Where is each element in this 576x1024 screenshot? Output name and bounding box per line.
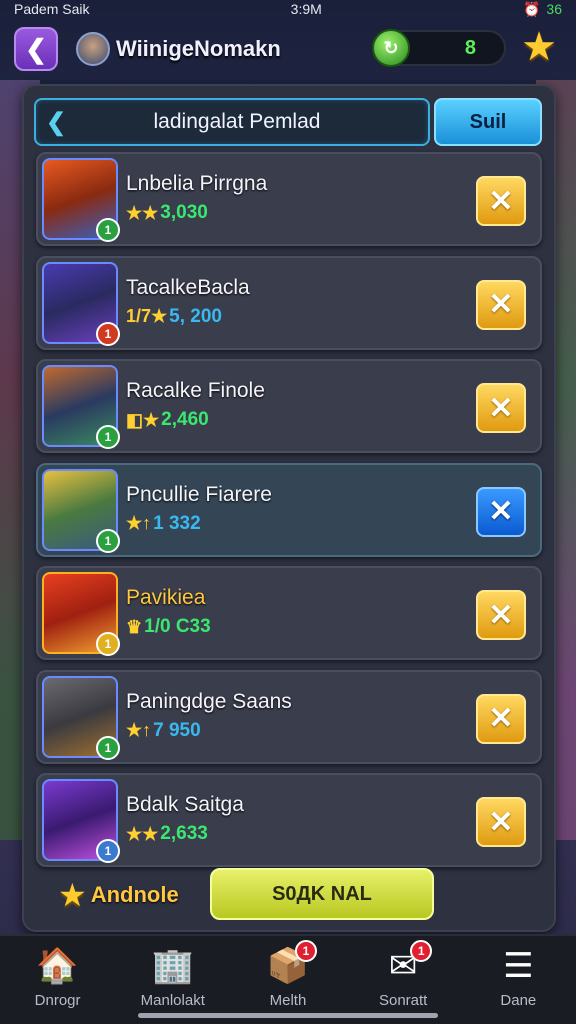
tools-button[interactable]: ✕ [476,797,526,847]
tools-button[interactable]: ✕ [476,383,526,433]
list-item[interactable]: 1 Pavikiea ♛ 1/0 C33 ✕ [36,566,542,660]
item-stat: ♛ 1/0 C33 [126,616,211,638]
item-name: Pavikiea [126,586,206,609]
item-stat: ★↑ 7 950 [126,720,201,742]
character-portrait: 1 [42,572,120,656]
top-header: ❮ WiinigeNomakn ↻ 8 ★ [0,22,576,76]
level-badge: 1 [96,218,120,242]
level-badge: 1 [96,839,120,863]
rating-icon: ★↑ [126,720,152,740]
stat-value: 1 332 [153,512,201,534]
coin-counter[interactable]: ↻ 8 [372,29,506,67]
search-input[interactable]: ❮ ladingalat Pemlad [34,98,430,146]
item-stat: ★★ 2,633 [126,823,208,845]
tools-button[interactable]: ✕ [476,176,526,226]
nav-label: Melth [269,992,307,1009]
rating-icon: ★★ [126,823,159,844]
nav-icon: 🏠 [36,947,79,985]
avatar[interactable] [76,32,110,66]
tools-button[interactable]: ✕ [476,590,526,640]
stat-value: 3,030 [160,202,208,223]
character-portrait: 1 [42,365,120,449]
nav-item[interactable]: ✉ 1 Sonratt [348,940,458,1009]
nav-label: Manlolakt [140,992,205,1009]
list-item[interactable]: 1 Racalke Finole ◧★ 2,460 ✕ [36,359,542,453]
level-badge: 1 [96,632,120,656]
stat-value: 7 950 [153,719,201,741]
rating-icon: ♛ [126,616,143,637]
nav-icon: 🏢 [151,947,194,985]
nav-item[interactable]: 🏢 Manlolakt [118,944,228,1009]
clock: 3:9M [290,1,322,17]
stat-value: 1/0 C33 [144,616,211,637]
footer-action-button[interactable]: S0ДK NAL [210,868,434,920]
notification-badge: 1 [410,940,433,962]
coin-value: 8 [464,36,476,59]
nav-label: Dane [500,992,537,1009]
item-name: Paningdge Saans [126,689,292,713]
alarm-icon: ⏰ [522,0,541,17]
carrier-label: Padem Saik [14,1,90,17]
search-value: ladingalat Pemlad [153,110,321,133]
nav-label: Sonratt [378,992,428,1009]
rating-icon: ◧★ [126,409,160,430]
stat-value: 5, 200 [169,305,222,327]
tools-button[interactable]: ✕ [476,279,526,330]
notification-badge: 1 [294,940,317,962]
nav-item[interactable]: 🏠 Dnrogr [3,944,113,1009]
level-badge: 1 [96,528,120,553]
panel-footer: ★ Andnole S0ДK NAL [58,868,534,922]
star-icon[interactable]: ★ [516,24,562,70]
nav-icon: ☰ [503,947,534,985]
character-portrait: 1 [42,158,120,242]
item-stat: ◧★ 2,460 [126,409,209,431]
battery-level: 36 [546,1,562,17]
list-item[interactable]: 1 Bdalk Saitga ★★ 2,633 ✕ [36,773,542,867]
level-badge: 1 [96,321,120,346]
item-name: Bdalk Saitga [126,793,244,816]
home-indicator[interactable] [138,1013,438,1018]
chevron-left-icon: ❮ [25,33,47,64]
character-portrait: 1 [42,779,120,863]
coin-icon: ↻ [372,29,410,67]
rating-icon: ★↑ [126,513,152,533]
list-item[interactable]: 1 Paningdge Saans ★↑ 7 950 ✕ [36,669,542,764]
status-icons: ⏰ 36 [523,1,562,18]
item-name: Lnbelia Pirrgna [126,172,268,195]
level-badge: 1 [96,425,120,449]
item-name: TacalkeBacla [126,275,250,299]
item-list: 1 Lnbelia Pirrgna ★★ 3,030 ✕ 1 TacalkeBacla 1/7… [36,152,542,877]
rating-icon: ★★ [126,202,159,223]
level-badge: 1 [96,735,120,760]
search-row: ❮ ladingalat Pemlad Suil [34,98,542,146]
tools-button[interactable]: ✕ [476,693,526,744]
star-icon: ★ [58,877,87,913]
character-portrait: 1 [42,675,120,760]
stat-value: 2,633 [160,823,208,844]
item-stat: ★★ 3,030 [126,202,208,224]
app-title: WiinigeNomakn [116,36,281,61]
footer-label: Andnole [90,882,179,907]
tools-button[interactable]: ✕ [476,486,526,537]
list-item[interactable]: 1 Lnbelia Pirrgna ★★ 3,030 ✕ [36,152,542,246]
status-bar: Padem Saik 3:9M ⏰ 36 [0,0,576,18]
item-name: Pncullie Fiarere [126,482,272,506]
nav-item[interactable]: ☰ Dane [463,944,573,1009]
chevron-left-icon[interactable]: ❮ [46,108,76,137]
item-stat: ★↑ 1 332 [126,513,201,535]
nav-label: Dnrogr [34,992,81,1009]
rating-icon: 1/7★ [126,306,168,326]
item-name: Racalke Finole [126,379,265,402]
search-button[interactable]: Suil [434,98,542,146]
bottom-nav: 🏠 Dnrogr 🏢 Manlolakt 📦 1 Melth ✉ 1 Sonratt ☰ Dane [0,934,576,1024]
character-portrait: 1 [42,261,120,346]
nav-item[interactable]: 📦 1 Melth [233,940,343,1009]
item-stat: 1/7★ 5, 200 [126,306,222,328]
stat-value: 2,460 [161,409,209,430]
back-button[interactable]: ❮ [14,27,58,71]
list-item[interactable]: 1 TacalkeBacla 1/7★ 5, 200 ✕ [36,255,542,350]
list-item[interactable]: 1 Pncullie Fiarere ★↑ 1 332 ✕ [36,462,542,557]
main-panel: ❮ ladingalat Pemlad Suil 1 Lnbelia Pirrgn… [22,84,556,932]
character-portrait: 1 [42,468,120,553]
